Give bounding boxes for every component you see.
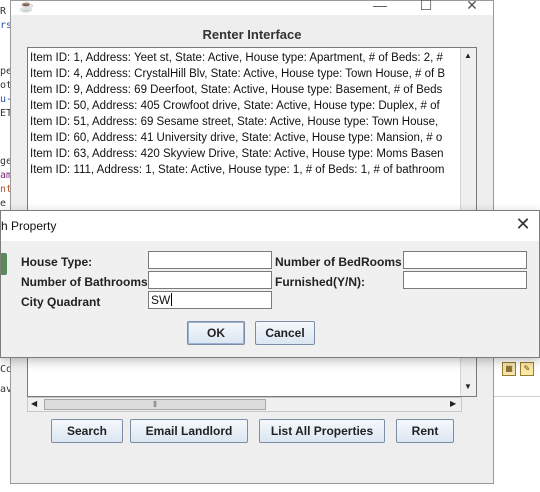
search-property-dialog: h Property ✕ House Type: Number of BedRo… — [0, 210, 540, 358]
ide-toolbar-icon[interactable]: ▦ — [502, 362, 516, 376]
bedrooms-field[interactable] — [403, 251, 527, 269]
scroll-corner — [462, 397, 477, 412]
city-quadrant-label: City Quadrant — [21, 295, 101, 309]
rent-button[interactable]: Rent — [396, 419, 454, 443]
scroll-down-icon[interactable]: ▼ — [464, 382, 472, 391]
cancel-button[interactable]: Cancel — [255, 321, 315, 345]
maximize-icon[interactable]: ☐ — [417, 0, 435, 14]
horizontal-scrollbar[interactable]: ◀ ⦀ ▶ — [27, 397, 462, 412]
bathrooms-field[interactable] — [148, 271, 272, 289]
search-button[interactable]: Search — [51, 419, 123, 443]
ok-button[interactable]: OK — [187, 321, 245, 345]
city-quadrant-value: SW — [151, 293, 171, 307]
scroll-left-icon[interactable]: ◀ — [31, 399, 37, 408]
code-fragment: e — [0, 198, 7, 209]
window-titlebar: ☕ — ☐ ✕ — [11, 0, 493, 15]
email-landlord-button[interactable]: Email Landlord — [130, 419, 248, 443]
list-all-properties-button[interactable]: List All Properties — [259, 419, 385, 443]
divider — [494, 396, 540, 397]
house-type-label: House Type: — [21, 255, 93, 269]
code-fragment: R — [0, 6, 7, 17]
list-item[interactable]: Item ID: 50, Address: 405 Crowfoot drive… — [30, 98, 440, 114]
list-item[interactable]: Item ID: 111, Address: 1, State: Active,… — [30, 162, 444, 178]
city-quadrant-field[interactable]: SW — [148, 291, 272, 309]
bathrooms-label: Number of Bathrooms — [21, 275, 148, 289]
scroll-up-icon[interactable]: ▲ — [464, 51, 472, 60]
close-icon[interactable]: ✕ — [463, 0, 481, 14]
dialog-icon — [1, 253, 7, 275]
scroll-right-icon[interactable]: ▶ — [450, 399, 456, 408]
list-item[interactable]: Item ID: 51, Address: 69 Sesame street, … — [30, 114, 438, 130]
minimize-icon[interactable]: — — [371, 0, 389, 13]
list-item[interactable]: Item ID: 60, Address: 41 University driv… — [30, 130, 442, 146]
dialog-titlebar: h Property ✕ — [1, 211, 539, 241]
furnished-field[interactable] — [403, 271, 527, 289]
window-title: Renter Interface — [202, 27, 302, 42]
list-item[interactable]: Item ID: 63, Address: 420 Skyview Drive,… — [30, 146, 444, 162]
scroll-thumb[interactable]: ⦀ — [44, 399, 266, 410]
list-item[interactable]: Item ID: 4, Address: CrystalHill Blv, St… — [30, 66, 445, 82]
ide-toolbar-icon[interactable]: ✎ — [520, 362, 534, 376]
dialog-title: h Property — [1, 219, 57, 233]
close-icon[interactable]: ✕ — [512, 214, 534, 235]
text-caret — [171, 293, 173, 306]
furnished-label: Furnished(Y/N): — [275, 275, 365, 289]
bedrooms-label: Number of BedRooms — [275, 255, 402, 269]
list-item[interactable]: Item ID: 1, Address: Yeet st, State: Act… — [30, 50, 443, 66]
java-app-icon: ☕ — [19, 0, 34, 13]
house-type-field[interactable] — [148, 251, 272, 269]
list-item[interactable]: Item ID: 9, Address: 69 Deerfoot, State:… — [30, 82, 442, 98]
background-ide-toolbar: ▦ ✎ — [494, 340, 540, 492]
